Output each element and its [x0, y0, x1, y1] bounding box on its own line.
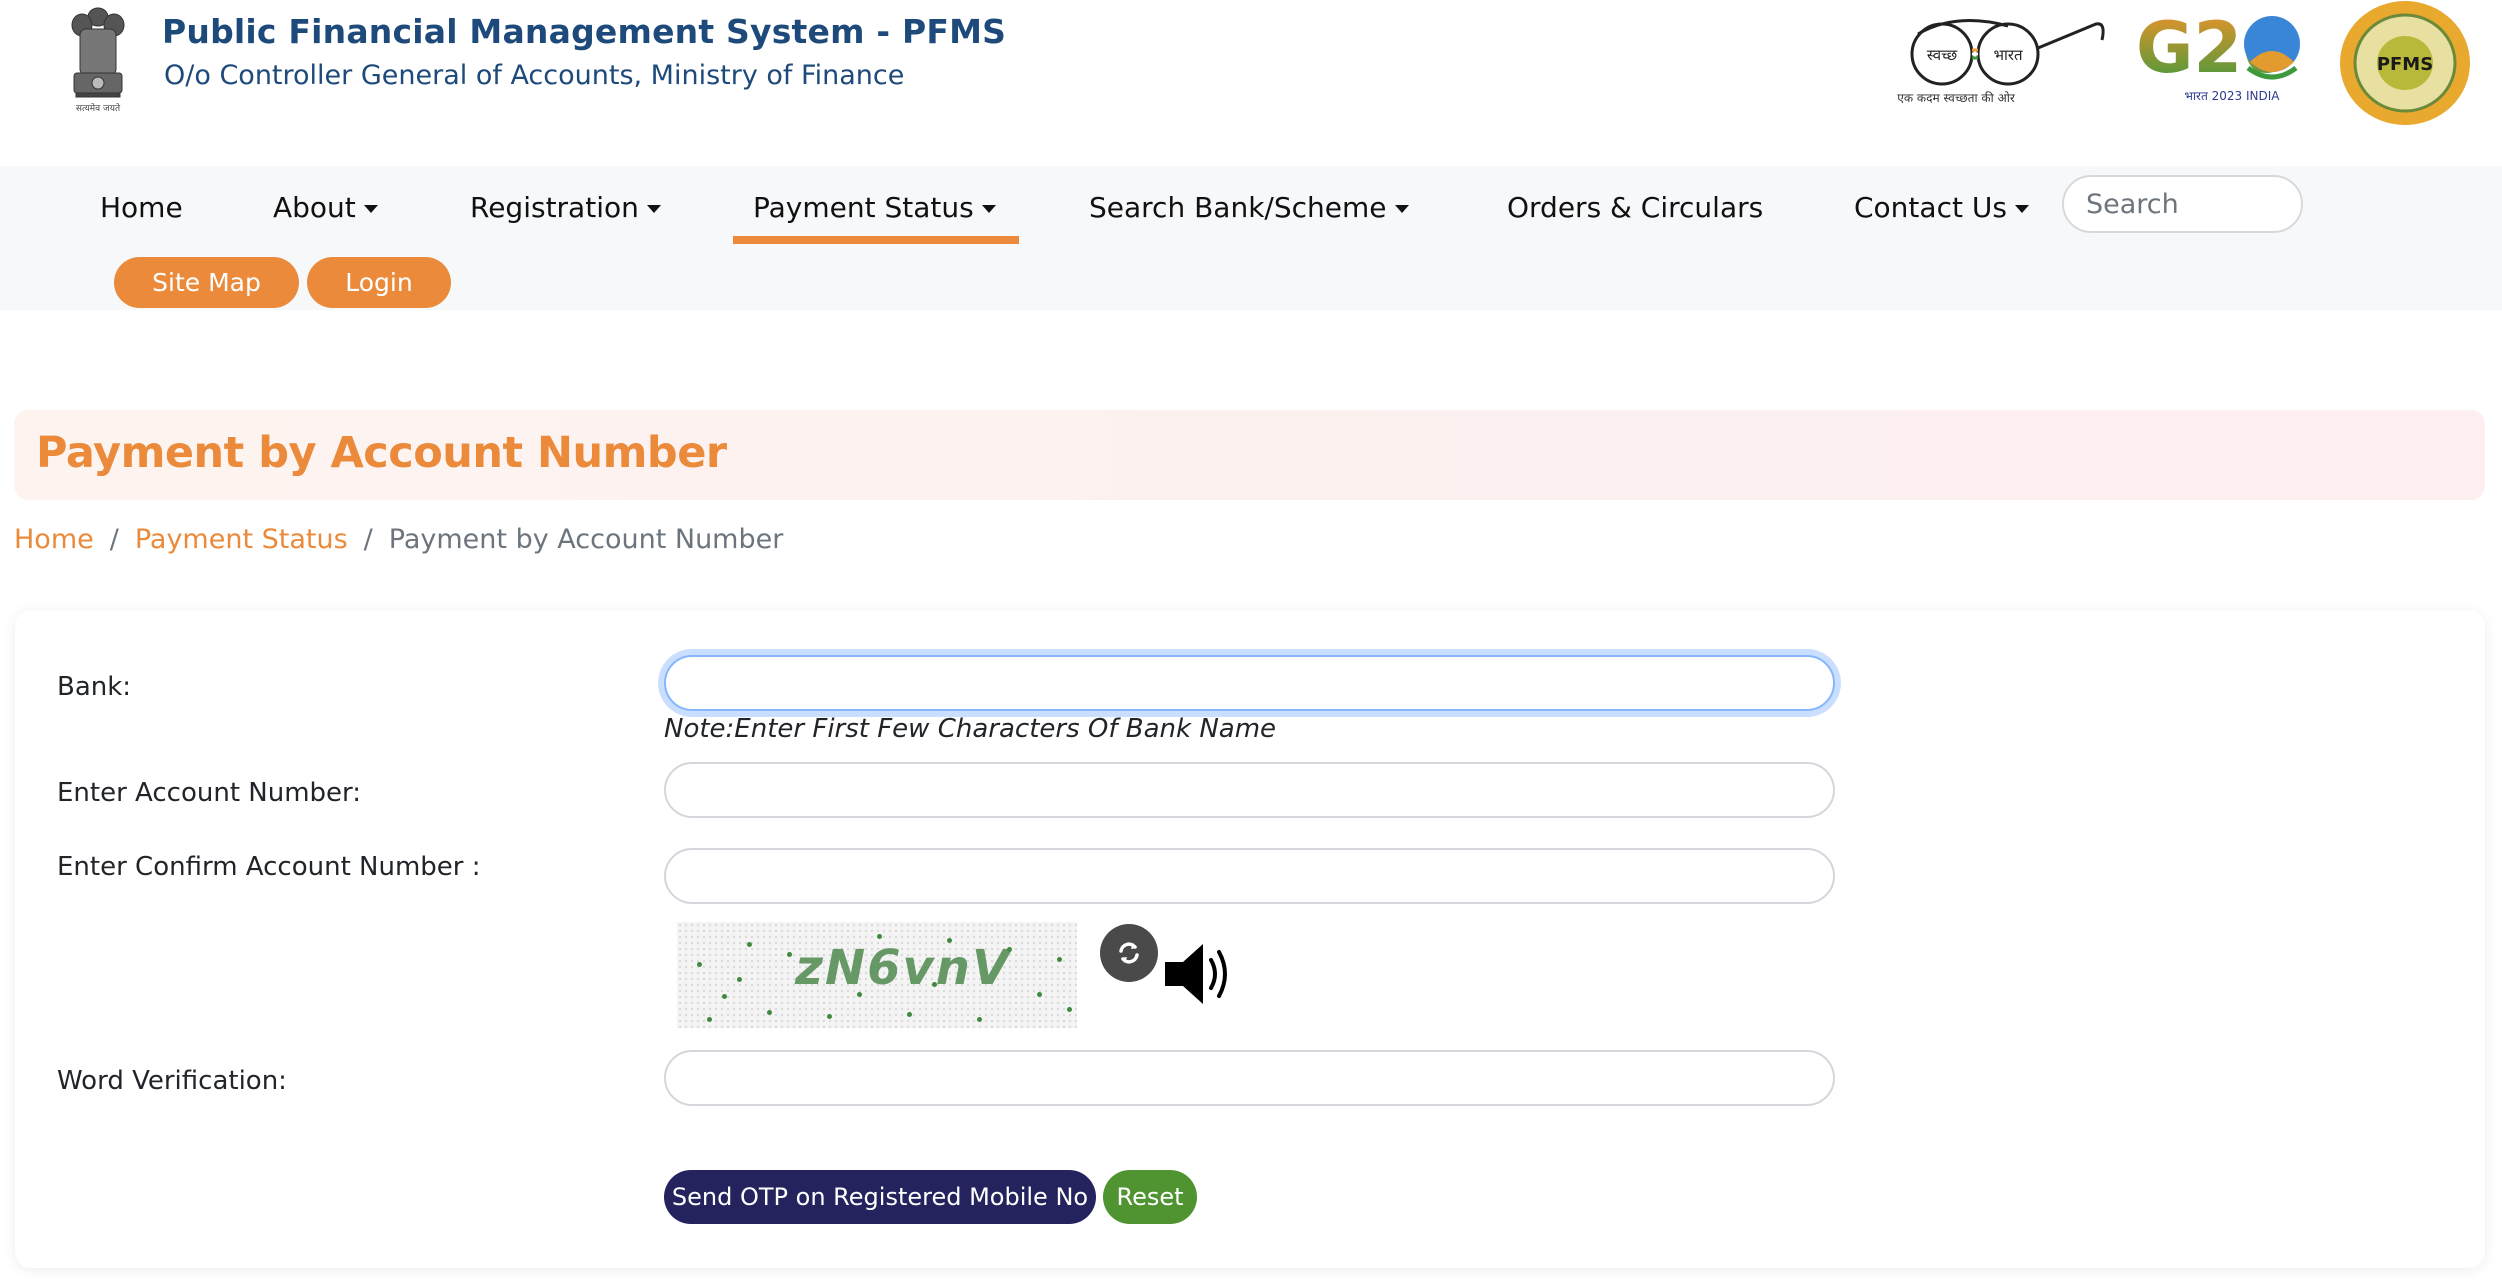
nav-orders-circulars[interactable]: Orders & Circulars: [1507, 184, 1763, 230]
word-verification-label: Word Verification:: [57, 1066, 287, 1096]
bank-label: Bank:: [57, 672, 132, 702]
svg-text:PFMS: PFMS: [2377, 54, 2433, 75]
nav-contact-us[interactable]: Contact Us: [1854, 184, 2029, 230]
word-verification-input[interactable]: [664, 1050, 1835, 1106]
pfms-seal-logo-icon: PFMS: [2340, 1, 2470, 125]
caret-down-icon: [981, 204, 996, 213]
caret-down-icon: [2014, 204, 2029, 213]
nav-registration[interactable]: Registration: [470, 184, 661, 230]
active-nav-indicator: [733, 236, 1019, 244]
svg-text:एक कदम स्वच्छता की ओर: एक कदम स्वच्छता की ओर: [1897, 91, 2016, 105]
nav-search-bank-scheme-label: Search Bank/Scheme: [1089, 190, 1387, 224]
main-navigation: Home About Registration Payment Status S…: [0, 166, 2502, 310]
reset-button[interactable]: Reset: [1103, 1170, 1197, 1224]
breadcrumb-home[interactable]: Home: [14, 524, 94, 555]
nav-home-label: Home: [100, 190, 183, 224]
g20-logo-icon: G20 भारत 2023 INDIA: [2136, 10, 2300, 103]
svg-text:भारत: भारत: [1993, 46, 2023, 64]
nav-payment-status[interactable]: Payment Status: [753, 184, 996, 230]
bank-note: Note:Enter First Few Characters Of Bank …: [664, 714, 1277, 744]
svg-text:स्वच्छ: स्वच्छ: [1927, 46, 1958, 64]
account-number-label: Enter Account Number:: [57, 778, 362, 808]
confirm-account-number-input[interactable]: [664, 848, 1835, 904]
captcha-image: zN6vnV: [677, 922, 1077, 1028]
breadcrumb-payment-status[interactable]: Payment Status: [135, 524, 348, 555]
breadcrumb-separator: /: [109, 524, 119, 555]
nav-registration-label: Registration: [470, 190, 639, 224]
refresh-icon: [1119, 942, 1139, 964]
breadcrumb-current: Payment by Account Number: [388, 524, 784, 555]
send-otp-button[interactable]: Send OTP on Registered Mobile No: [664, 1170, 1096, 1224]
nav-home[interactable]: Home: [100, 184, 183, 230]
account-number-input[interactable]: [664, 762, 1835, 818]
audio-captcha-speaker-icon[interactable]: [1163, 940, 1233, 1008]
nav-orders-circulars-label: Orders & Circulars: [1507, 190, 1764, 224]
nav-about-label: About: [273, 190, 356, 224]
bank-input[interactable]: [664, 655, 1835, 711]
site-title: Public Financial Management System - PFM…: [162, 12, 1007, 51]
nav-about[interactable]: About: [273, 184, 378, 230]
site-header: सत्यमेव जयते Public Financial Management…: [0, 0, 2502, 166]
nav-contact-us-label: Contact Us: [1854, 190, 2007, 224]
caret-down-icon: [646, 204, 661, 213]
swachh-bharat-logo-icon: स्वच्छ भारत एक कदम स्वच्छता की ओर: [1897, 19, 2105, 105]
login-button[interactable]: Login: [307, 257, 451, 308]
site-map-button[interactable]: Site Map: [114, 257, 299, 308]
nav-search-bank-scheme[interactable]: Search Bank/Scheme: [1089, 184, 1409, 230]
site-search-input[interactable]: [2062, 175, 2303, 233]
svg-text:सत्यमेव जयते: सत्यमेव जयते: [76, 102, 121, 114]
nav-payment-status-label: Payment Status: [753, 190, 974, 224]
page-heading-banner: Payment by Account Number: [14, 410, 2485, 500]
breadcrumb: Home / Payment Status / Payment by Accou…: [14, 524, 783, 555]
page-title: Payment by Account Number: [36, 428, 727, 478]
captcha-text: zN6vnV: [795, 940, 1012, 996]
svg-text:भारत 2023 INDIA: भारत 2023 INDIA: [2185, 89, 2281, 103]
national-emblem-icon: सत्यमेव जयते: [71, 7, 125, 114]
caret-down-icon: [363, 204, 378, 213]
caret-down-icon: [1394, 204, 1409, 213]
refresh-captcha-button[interactable]: [1100, 924, 1158, 982]
confirm-account-number-label: Enter Confirm Account Number :: [57, 852, 481, 882]
site-subtitle: O/o Controller General of Accounts, Mini…: [164, 60, 905, 91]
breadcrumb-separator: /: [363, 524, 373, 555]
payment-search-form: Bank: Note:Enter First Few Characters Of…: [15, 610, 2485, 1268]
